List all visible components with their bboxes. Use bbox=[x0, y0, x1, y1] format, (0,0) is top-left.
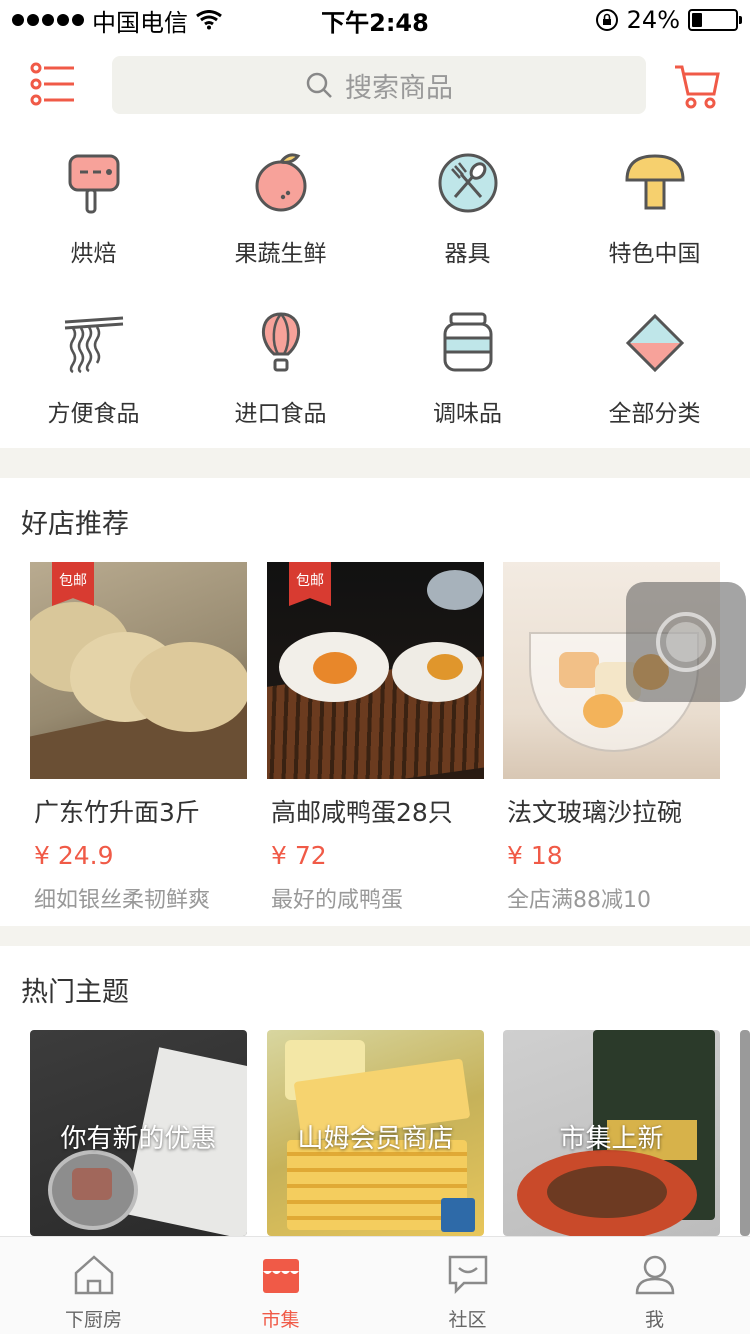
search-icon bbox=[306, 72, 332, 98]
rotation-lock-icon bbox=[595, 9, 618, 31]
section-divider bbox=[0, 448, 750, 478]
menu-button[interactable] bbox=[30, 62, 80, 106]
theme-card-peek[interactable] bbox=[740, 1030, 750, 1236]
product-card[interactable]: 包邮 高邮咸鸭蛋28只 ¥ 72 最好的咸鸭蛋 bbox=[267, 562, 484, 914]
tab-community[interactable]: 社区 bbox=[374, 1237, 561, 1334]
category-import[interactable]: 进口食品 bbox=[187, 300, 374, 450]
product-image-eggs: 包邮 bbox=[267, 562, 484, 779]
chat-icon bbox=[448, 1255, 487, 1295]
product-desc: 最好的咸鸭蛋 bbox=[271, 888, 404, 913]
tab-bar: 下厨房 市集 社区 我 bbox=[0, 1236, 750, 1334]
cart-button[interactable] bbox=[672, 62, 722, 110]
tab-kitchen[interactable]: 下厨房 bbox=[0, 1237, 187, 1334]
mixer-icon bbox=[68, 154, 119, 214]
home-icon bbox=[74, 1255, 113, 1295]
category-instant[interactable]: 方便食品 bbox=[0, 300, 187, 450]
carrier-label: 中国电信 bbox=[92, 8, 188, 37]
product-name: 法文玻璃沙拉碗 bbox=[507, 798, 683, 827]
section-title-themes: 热门主题 bbox=[21, 977, 129, 1008]
mushroom-icon bbox=[624, 154, 685, 210]
category-label: 进口食品 bbox=[234, 401, 327, 427]
status-right: 24% bbox=[595, 6, 742, 34]
free-shipping-badge: 包邮 bbox=[52, 562, 94, 606]
tab-label: 下厨房 bbox=[64, 1309, 122, 1331]
category-fresh[interactable]: 果蔬生鲜 bbox=[187, 140, 374, 290]
product-desc: 细如银丝柔韧鲜爽 bbox=[34, 888, 211, 913]
product-name: 高邮咸鸭蛋28只 bbox=[271, 798, 453, 827]
tab-label: 我 bbox=[644, 1309, 664, 1331]
search-input[interactable]: 搜索商品 bbox=[112, 56, 646, 114]
category-label: 全部分类 bbox=[608, 401, 701, 427]
product-card[interactable]: 包邮 广东竹升面3斤 ¥ 24.9 细如银丝柔韧鲜爽 bbox=[30, 562, 247, 914]
search-placeholder: 搜索商品 bbox=[345, 72, 453, 104]
theme-image-peek bbox=[740, 1030, 750, 1236]
tab-me[interactable]: 我 bbox=[561, 1237, 748, 1334]
header: 搜索商品 bbox=[0, 40, 750, 140]
theme-card[interactable]: 山姆会员商店 bbox=[267, 1030, 484, 1236]
assistive-dot bbox=[666, 622, 706, 662]
wifi-icon bbox=[196, 10, 222, 30]
signal-icon bbox=[12, 14, 84, 26]
theme-card[interactable]: 市集上新 bbox=[503, 1030, 720, 1236]
category-seasoning[interactable]: 调味品 bbox=[374, 300, 561, 450]
tab-market[interactable]: 市集 bbox=[187, 1237, 374, 1334]
category-label: 调味品 bbox=[433, 401, 502, 427]
status-left: 中国电信 bbox=[12, 3, 222, 38]
section-divider bbox=[0, 926, 750, 946]
theme-title: 山姆会员商店 bbox=[297, 1124, 454, 1154]
assistive-touch-button[interactable] bbox=[626, 582, 746, 702]
utensils-icon bbox=[438, 153, 497, 213]
product-image-noodles: 包邮 bbox=[30, 562, 247, 779]
user-icon bbox=[635, 1255, 674, 1295]
category-label: 特色中国 bbox=[608, 241, 701, 267]
balloon-icon bbox=[261, 312, 300, 372]
product-desc: 全店满88减10 bbox=[507, 888, 651, 913]
product-price: ¥ 72 bbox=[271, 841, 327, 870]
status-bar: 中国电信 下午2:48 24% bbox=[0, 0, 750, 40]
battery-level bbox=[692, 13, 703, 27]
category-baking[interactable]: 烘焙 bbox=[0, 140, 187, 290]
category-utensils[interactable]: 器具 bbox=[374, 140, 561, 290]
product-price: ¥ 18 bbox=[507, 841, 563, 870]
category-label: 果蔬生鲜 bbox=[234, 241, 327, 267]
product-name: 广东竹升面3斤 bbox=[34, 798, 200, 827]
fruit-icon bbox=[255, 153, 306, 212]
list-icon bbox=[30, 62, 74, 106]
tab-label: 社区 bbox=[448, 1309, 487, 1331]
diamond-icon bbox=[625, 313, 684, 373]
theme-card[interactable]: 你有新的优惠 bbox=[30, 1030, 247, 1236]
category-label: 烘焙 bbox=[70, 241, 117, 267]
cart-icon bbox=[675, 65, 720, 109]
battery-icon bbox=[688, 9, 742, 31]
theme-title: 市集上新 bbox=[559, 1124, 664, 1154]
product-price: ¥ 24.9 bbox=[34, 841, 114, 870]
market-icon bbox=[262, 1259, 299, 1293]
category-label: 器具 bbox=[444, 241, 491, 267]
category-label: 方便食品 bbox=[47, 401, 140, 427]
noodles-icon bbox=[64, 316, 123, 374]
category-all[interactable]: 全部分类 bbox=[561, 300, 748, 450]
section-title-shops: 好店推荐 bbox=[21, 509, 129, 540]
battery-percent: 24% bbox=[626, 6, 680, 34]
category-special[interactable]: 特色中国 bbox=[561, 140, 748, 290]
theme-title: 你有新的优惠 bbox=[60, 1124, 217, 1154]
category-grid: 烘焙 果蔬生鲜 器具 特色中国 方便食品 进口食品 调味品 全部分类 bbox=[0, 140, 750, 448]
tab-label: 市集 bbox=[261, 1309, 300, 1331]
free-shipping-badge: 包邮 bbox=[289, 562, 331, 606]
jar-icon bbox=[443, 312, 492, 372]
